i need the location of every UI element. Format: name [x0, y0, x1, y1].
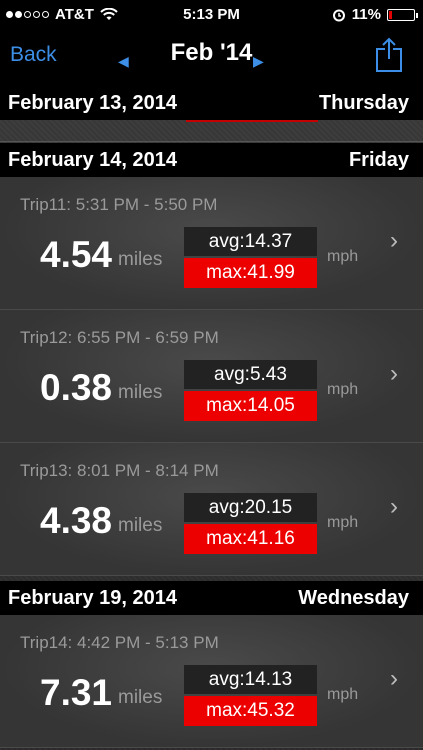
day-weekday: Wednesday: [298, 587, 409, 609]
trip-distance: 0.38: [40, 367, 113, 408]
max-speed: max:41.16: [184, 524, 317, 554]
next-month-icon[interactable]: ▶: [253, 53, 264, 70]
status-right: 11%: [332, 6, 418, 23]
distance-unit: miles: [118, 515, 163, 536]
day-divider-accent: [186, 120, 318, 122]
day-header: February 14, 2014 Friday: [0, 143, 423, 177]
share-icon[interactable]: [375, 37, 403, 73]
section-divider: [0, 141, 423, 142]
max-speed: max:45.32: [184, 696, 317, 726]
speed-unit: mph: [327, 514, 359, 531]
avg-speed: avg:14.13: [184, 665, 317, 694]
month-title: Feb '14: [170, 39, 253, 66]
trip-distance: 7.31: [40, 672, 113, 713]
battery-icon: [387, 8, 418, 21]
trip-row[interactable]: Trip13: 8:01 PM - 8:14 PM 4.38 miles avg…: [0, 443, 423, 576]
speed-unit: mph: [327, 248, 359, 265]
nav-bar: Back ◀ Feb '14 ▶: [0, 30, 423, 86]
trip-list[interactable]: February 13, 2014 Thursday February 14, …: [0, 86, 423, 750]
trip-time: Trip11: 5:31 PM - 5:50 PM: [20, 195, 218, 214]
speed-unit: mph: [327, 686, 359, 703]
max-speed: max:14.05: [184, 391, 317, 421]
distance-unit: miles: [118, 687, 163, 708]
trip-distance: 4.54: [40, 234, 113, 275]
day-date: February 19, 2014: [8, 587, 177, 609]
day-header: February 13, 2014 Thursday: [0, 86, 423, 120]
trip-time: Trip14: 4:42 PM - 5:13 PM: [20, 633, 219, 652]
trip-distance: 4.38: [40, 500, 113, 541]
day-weekday: Friday: [348, 149, 409, 171]
speed-unit: mph: [327, 381, 359, 398]
distance-unit: miles: [118, 249, 163, 270]
chevron-right-icon: ›: [390, 227, 398, 254]
day-date: February 14, 2014: [8, 149, 177, 171]
day-date: February 13, 2014: [8, 92, 177, 114]
avg-speed: avg:5.43: [184, 360, 317, 389]
alarm-icon: [332, 9, 345, 21]
trip-row[interactable]: Trip11: 5:31 PM - 5:50 PM 4.54 miles avg…: [0, 177, 423, 310]
trip-row[interactable]: Trip14: 4:42 PM - 5:13 PM 7.31 miles avg…: [0, 615, 423, 748]
trip-time: Trip13: 8:01 PM - 8:14 PM: [20, 461, 219, 480]
day-header: February 19, 2014 Wednesday: [0, 581, 423, 615]
chevron-right-icon: ›: [390, 493, 398, 520]
chevron-right-icon: ›: [390, 360, 398, 387]
avg-speed: avg:14.37: [184, 227, 317, 256]
battery-percent: 11%: [351, 6, 381, 23]
trip-row[interactable]: Trip12: 6:55 PM - 6:59 PM 0.38 miles avg…: [0, 310, 423, 443]
status-bar: AT&T 5:13 PM 11%: [0, 0, 423, 30]
day-weekday: Thursday: [318, 92, 409, 114]
chevron-right-icon: ›: [390, 665, 398, 692]
max-speed: max:41.99: [184, 258, 317, 288]
avg-speed: avg:20.15: [184, 493, 317, 522]
trip-time: Trip12: 6:55 PM - 6:59 PM: [20, 328, 219, 347]
distance-unit: miles: [118, 382, 163, 403]
